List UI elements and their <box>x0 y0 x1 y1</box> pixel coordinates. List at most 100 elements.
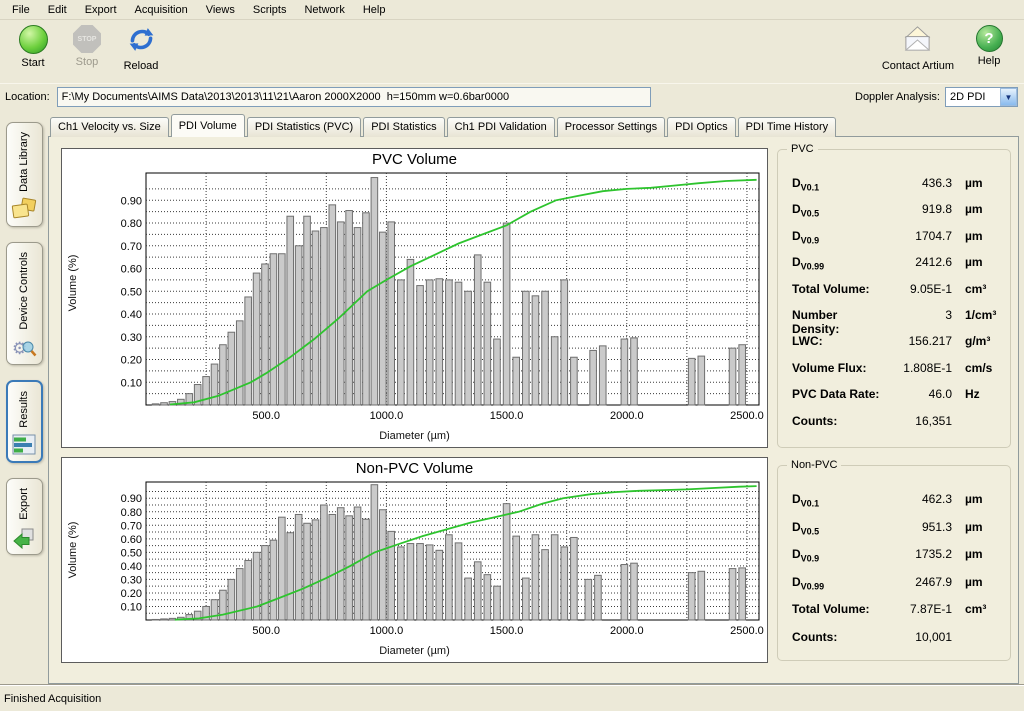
stop-button[interactable]: STOP Stop <box>60 23 114 68</box>
stat-row-total-volume: Total Volume:7.87E-1cm³ <box>792 602 998 630</box>
stat-row-dv0-1: DV0.1436.3µm <box>792 176 998 202</box>
start-button-label: Start <box>21 57 44 69</box>
contact-artium-button[interactable]: Contact Artium <box>874 23 962 72</box>
main-area: Data Library Device Controls⚙ Results Expor… <box>0 110 1024 684</box>
help-button-label: Help <box>978 55 1001 67</box>
status-bar: Finished Acquisition <box>0 684 1024 711</box>
svg-text:0.60: 0.60 <box>121 534 142 546</box>
non-pvc-stats-rows: DV0.1462.3µmDV0.5951.3µmDV0.91735.2µmDV0… <box>792 492 998 657</box>
non-pvc-stats-group: Non-PVC DV0.1462.3µmDV0.5951.3µmDV0.9173… <box>777 465 1011 661</box>
menu-item-views[interactable]: Views <box>197 1 244 19</box>
pvc-chart-xlabel: Diameter (µm) <box>62 430 767 442</box>
pvc-stats-rows: DV0.1436.3µmDV0.5919.8µmDV0.91704.7µmDV0… <box>792 176 998 440</box>
stat-row-pvc-data-rate: PVC Data Rate:46.0Hz <box>792 387 998 413</box>
doppler-analysis-select[interactable]: 2D PDI ▼ <box>945 87 1018 107</box>
svg-text:500.0: 500.0 <box>252 410 280 422</box>
tab-processor-settings[interactable]: Processor Settings <box>557 117 665 137</box>
svg-text:0.50: 0.50 <box>121 547 142 559</box>
svg-text:2000.0: 2000.0 <box>610 410 644 422</box>
chevron-down-icon[interactable]: ▼ <box>1000 88 1017 106</box>
menu-item-network[interactable]: Network <box>295 1 353 19</box>
sidebar: Data Library Device Controls⚙ Results Expor… <box>0 110 48 684</box>
help-button[interactable]: ? Help <box>962 23 1016 67</box>
pvc-volume-chart: 0.100.200.300.400.500.600.700.800.90500.… <box>61 148 768 448</box>
status-text: Finished Acquisition <box>4 693 101 705</box>
tab-pdi-optics[interactable]: PDI Optics <box>667 117 736 137</box>
svg-text:0.80: 0.80 <box>121 507 142 519</box>
menu-bar: FileEditExportAcquisitionViewsScriptsNet… <box>0 0 1024 20</box>
sidebar-item-label: Device Controls <box>18 252 30 330</box>
tab-pdi-statistics[interactable]: PDI Statistics <box>363 117 444 137</box>
non-pvc-volume-chart: 0.100.20 0.300.40 0.500.60 0.700.80 0.90 500.… <box>61 457 768 663</box>
reload-button[interactable]: Reload <box>114 23 168 72</box>
tab-ch1-pdi-validation[interactable]: Ch1 PDI Validation <box>447 117 555 137</box>
menu-item-export[interactable]: Export <box>76 1 126 19</box>
svg-text:0.90: 0.90 <box>121 493 142 505</box>
location-label: Location: <box>5 91 50 103</box>
pvc-stats-group: PVC DV0.1436.3µmDV0.5919.8µmDV0.91704.7µ… <box>777 149 1011 448</box>
stats-column: PVC DV0.1436.3µmDV0.5919.8µmDV0.91704.7µ… <box>777 148 1011 675</box>
tab-pdi-volume[interactable]: PDI Volume <box>171 114 245 137</box>
reload-icon <box>127 25 156 57</box>
doppler-analysis-value: 2D PDI <box>946 91 1000 103</box>
tab-pdi-time-history[interactable]: PDI Time History <box>738 117 837 137</box>
stat-row-lwc: LWC:156.217g/m³ <box>792 334 998 360</box>
svg-text:1000.0: 1000.0 <box>370 410 404 422</box>
svg-text:0.80: 0.80 <box>121 218 142 230</box>
svg-text:0.70: 0.70 <box>121 520 142 532</box>
svg-text:0.40: 0.40 <box>121 561 142 573</box>
stat-row-dv0-1: DV0.1462.3µm <box>792 492 998 520</box>
folders-icon <box>11 197 37 221</box>
pvc-volume-plot: 0.100.200.300.400.500.600.700.800.90500.… <box>62 149 767 447</box>
pvc-group-title: PVC <box>787 143 818 155</box>
stat-row-total-volume: Total Volume:9.05E-1cm³ <box>792 282 998 308</box>
reload-button-label: Reload <box>124 60 159 72</box>
sidebar-item-results[interactable]: Results <box>6 380 43 464</box>
doppler-analysis-label: Doppler Analysis: <box>855 91 940 103</box>
sidebar-item-device-controls[interactable]: Device Controls⚙ <box>6 242 43 365</box>
stat-row-dv0-99: DV0.992467.9µm <box>792 575 998 603</box>
menu-item-acquisition[interactable]: Acquisition <box>126 1 197 19</box>
menu-item-scripts[interactable]: Scripts <box>244 1 296 19</box>
stat-row-dv0-5: DV0.5951.3µm <box>792 520 998 548</box>
svg-text:0.20: 0.20 <box>121 588 142 600</box>
non-pvc-chart-title: Non-PVC Volume <box>62 460 767 477</box>
stat-row-volume-flux: Volume Flux:1.808E-1cm/s <box>792 361 998 387</box>
menu-item-edit[interactable]: Edit <box>39 1 76 19</box>
menu-item-help[interactable]: Help <box>354 1 395 19</box>
location-input[interactable] <box>57 87 651 107</box>
svg-text:2000.0: 2000.0 <box>610 625 644 637</box>
tab-pdi-statistics-pvc[interactable]: PDI Statistics (PVC) <box>247 117 361 137</box>
svg-text:0.30: 0.30 <box>121 332 142 344</box>
svg-text:0.30: 0.30 <box>121 574 142 586</box>
stat-row-counts: Counts:10,001 <box>792 630 998 658</box>
export-icon <box>12 525 36 549</box>
tab-ch1-velocity-vs-size[interactable]: Ch1 Velocity vs. Size <box>50 117 169 137</box>
non-pvc-volume-plot: 0.100.20 0.300.40 0.500.60 0.700.80 0.90 500.… <box>62 458 767 662</box>
pvc-chart-ylabel: Volume (%) <box>67 255 79 312</box>
start-button[interactable]: Start <box>6 23 60 69</box>
stat-row-dv0-99: DV0.992412.6µm <box>792 255 998 281</box>
non-pvc-chart-xlabel: Diameter (µm) <box>62 645 767 657</box>
svg-text:0.60: 0.60 <box>121 264 142 276</box>
non-pvc-group-title: Non-PVC <box>787 459 841 471</box>
svg-text:0.90: 0.90 <box>121 195 142 207</box>
svg-text:0.10: 0.10 <box>121 601 142 613</box>
stop-icon: STOP <box>73 25 101 53</box>
menu-item-file[interactable]: File <box>3 1 39 19</box>
pdi-volume-panel: 0.100.200.300.400.500.600.700.800.90500.… <box>48 136 1019 684</box>
stat-row-dv0-5: DV0.5919.8µm <box>792 202 998 228</box>
svg-text:1500.0: 1500.0 <box>490 410 524 422</box>
svg-text:2500.0: 2500.0 <box>730 625 764 637</box>
location-bar: Location: Doppler Analysis: 2D PDI ▼ <box>0 83 1024 110</box>
sidebar-item-data-library[interactable]: Data Library <box>6 122 43 227</box>
sidebar-item-export[interactable]: Export <box>6 478 43 555</box>
svg-text:500.0: 500.0 <box>252 625 280 637</box>
svg-text:0.20: 0.20 <box>121 355 142 367</box>
svg-text:0.50: 0.50 <box>121 286 142 298</box>
stop-button-label: Stop <box>76 56 99 68</box>
svg-text:0.10: 0.10 <box>121 377 142 389</box>
tab-bar: Ch1 Velocity vs. SizePDI VolumePDI Stati… <box>48 114 1019 137</box>
stat-row-dv0-9: DV0.91704.7µm <box>792 229 998 255</box>
sidebar-item-label: Results <box>18 391 30 428</box>
